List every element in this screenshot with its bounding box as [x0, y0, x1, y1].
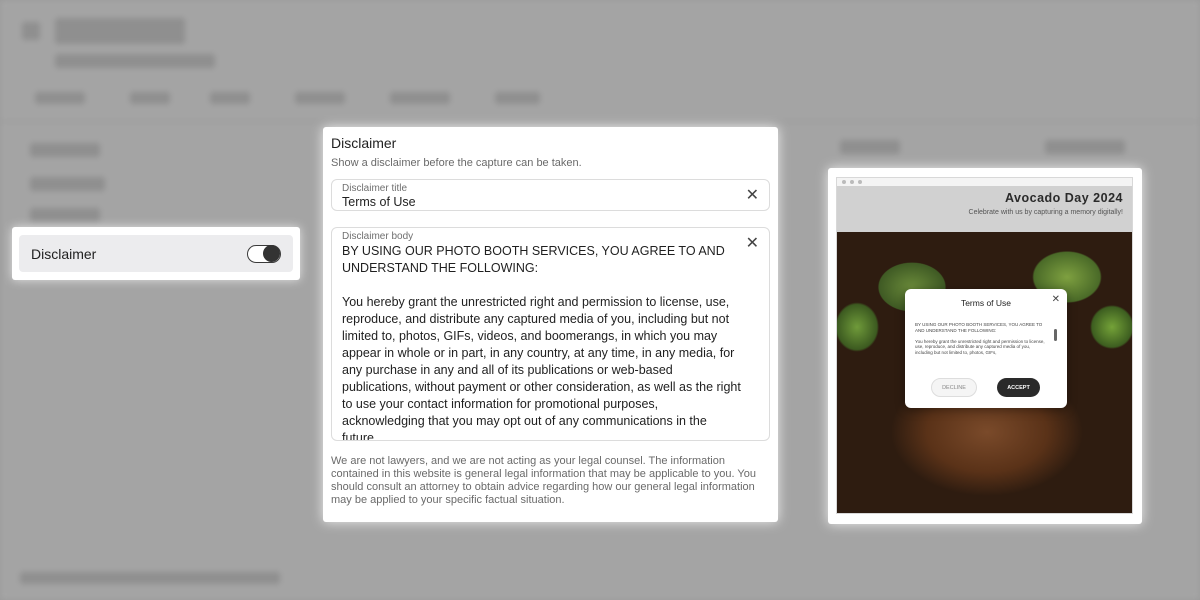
- clear-body-icon[interactable]: ✕: [746, 236, 759, 252]
- panel-title: Disclaimer: [331, 135, 397, 151]
- event-header: Avocado Day 2024 Celebrate with us by ca…: [837, 186, 1132, 232]
- disclaimer-title-input[interactable]: Terms of Use: [342, 195, 759, 209]
- disclaimer-title-label: Disclaimer title: [342, 183, 408, 194]
- event-subtitle: Celebrate with us by capturing a memory …: [968, 209, 1123, 216]
- disclaimer-body-label: Disclaimer body: [342, 231, 414, 242]
- modal-close-icon[interactable]: ✕: [1052, 294, 1060, 305]
- disclaimer-setting-card: Disclaimer: [12, 227, 300, 280]
- accept-button[interactable]: ACCEPT: [997, 378, 1040, 397]
- disclaimer-title-field[interactable]: Disclaimer title Terms of Use ✕: [331, 179, 770, 211]
- terms-modal: Terms of Use ✕ BY USING OUR PHOTO BOOTH …: [905, 289, 1067, 408]
- clear-title-icon[interactable]: ✕: [746, 188, 759, 204]
- event-title: Avocado Day 2024: [1004, 191, 1123, 205]
- modal-body: BY USING OUR PHOTO BOOTH SERVICES, YOU A…: [915, 322, 1045, 355]
- event-background-photo: Terms of Use ✕ BY USING OUR PHOTO BOOTH …: [837, 232, 1132, 513]
- window-dot-icon: [850, 180, 854, 184]
- panel-subtitle: Show a disclaimer before the capture can…: [331, 157, 582, 169]
- disclaimer-body-textarea[interactable]: BY USING OUR PHOTO BOOTH SERVICES, YOU A…: [342, 243, 742, 440]
- browser-frame: Avocado Day 2024 Celebrate with us by ca…: [836, 177, 1133, 514]
- window-dot-icon: [858, 180, 862, 184]
- legal-note: We are not lawyers, and we are not actin…: [331, 455, 756, 506]
- disclaimer-toggle-label: Disclaimer: [31, 245, 97, 262]
- toggle-knob: [263, 244, 280, 262]
- browser-bar: [837, 178, 1132, 186]
- preview-card: Avocado Day 2024 Celebrate with us by ca…: [828, 168, 1142, 524]
- modal-title: Terms of Use: [960, 298, 1012, 308]
- window-dot-icon: [842, 180, 846, 184]
- disclaimer-toggle-switch[interactable]: [247, 244, 281, 263]
- scroll-thumb[interactable]: [1054, 329, 1057, 341]
- disclaimer-body-field[interactable]: Disclaimer body BY USING OUR PHOTO BOOTH…: [331, 227, 770, 441]
- disclaimer-panel: Disclaimer Show a disclaimer before the …: [323, 127, 778, 522]
- modal-scrollbar[interactable]: [1054, 323, 1057, 363]
- disclaimer-toggle-row[interactable]: Disclaimer: [19, 235, 293, 272]
- decline-button[interactable]: DECLINE: [931, 378, 977, 397]
